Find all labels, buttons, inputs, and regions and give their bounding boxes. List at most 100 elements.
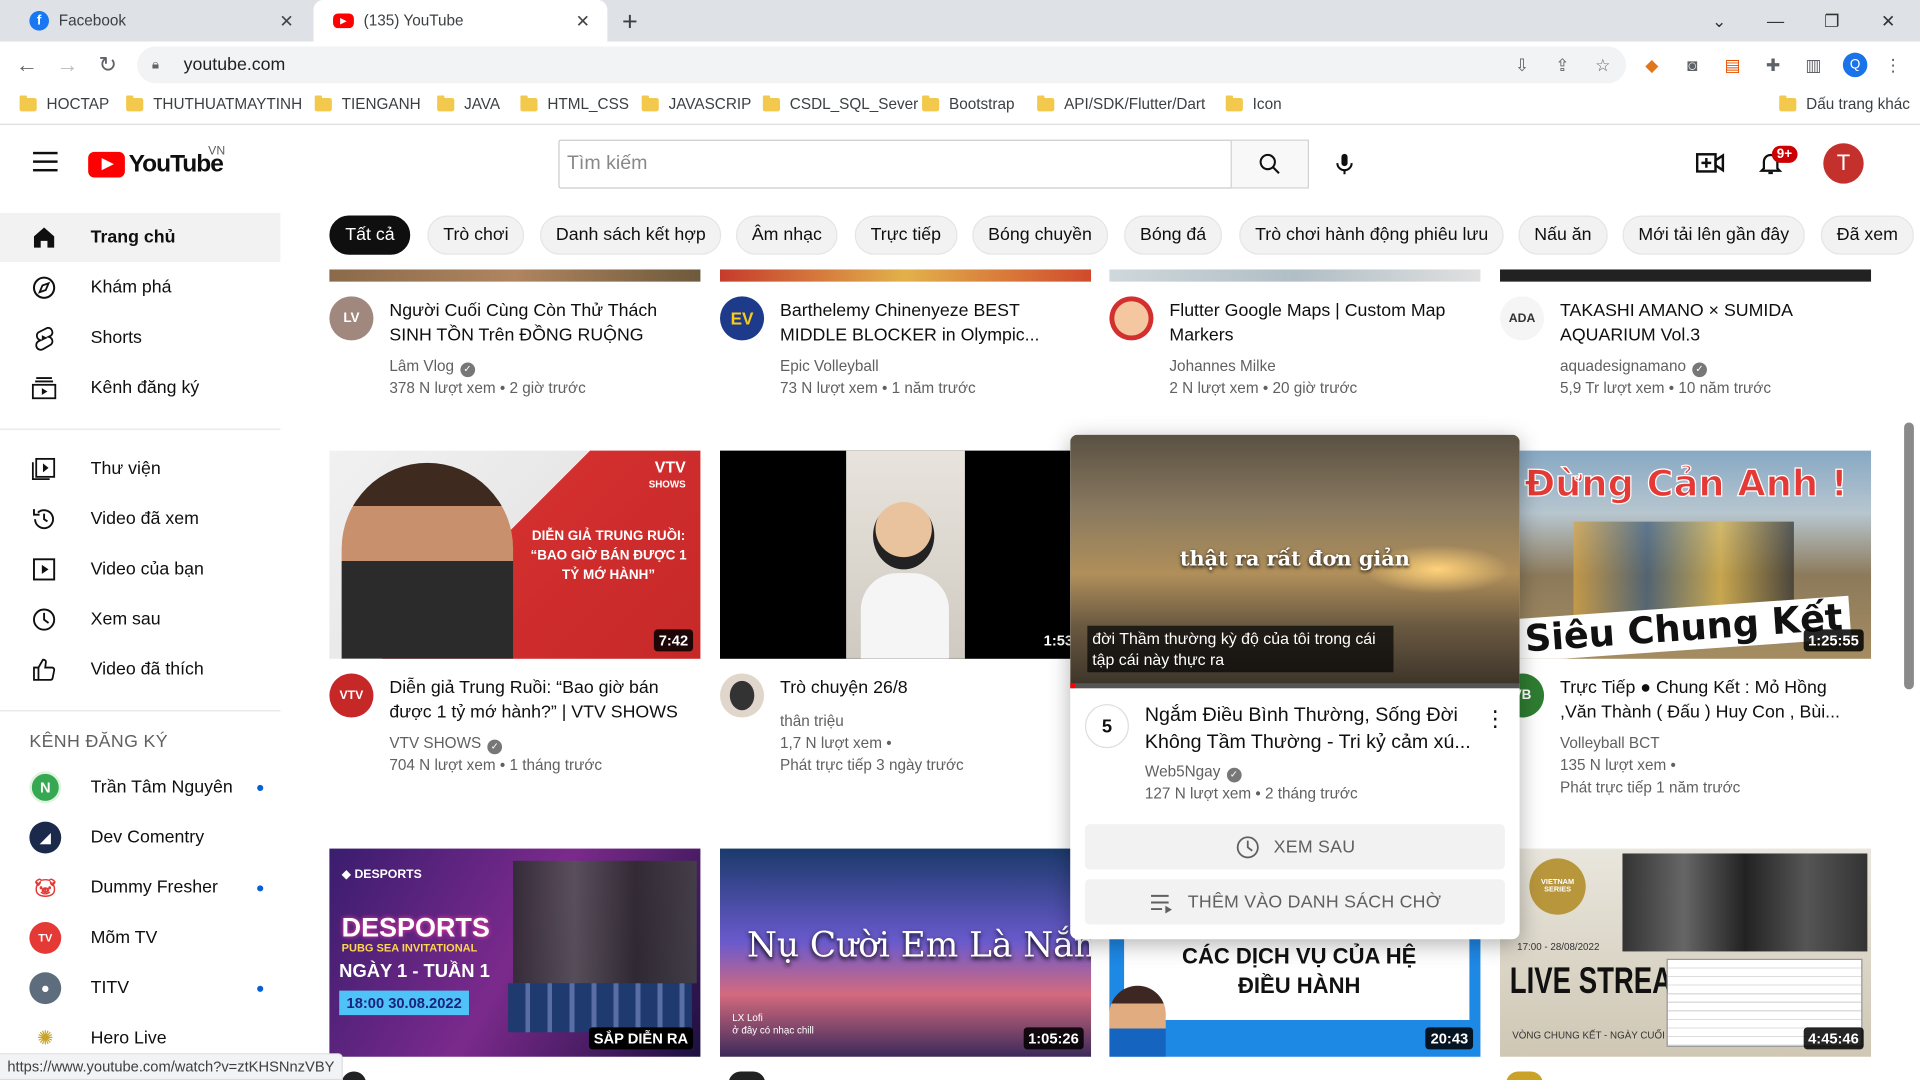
- chip[interactable]: Nấu ăn: [1518, 215, 1608, 255]
- channel-avatar[interactable]: 5: [1084, 704, 1129, 749]
- close-tab-icon[interactable]: ✕: [573, 10, 593, 31]
- chip[interactable]: Danh sách kết hợp: [540, 215, 722, 255]
- minimize-icon[interactable]: —: [1747, 0, 1803, 42]
- sidebar-item-history[interactable]: Video đã xem: [0, 495, 280, 544]
- sidebar-item-library[interactable]: Thư viện: [0, 444, 280, 493]
- add-to-queue-button[interactable]: THÊM VÀO DANH SÁCH CHỜ: [1084, 879, 1505, 925]
- chip[interactable]: Trò chơi: [427, 215, 525, 255]
- thumbnail-edge[interactable]: [329, 269, 701, 282]
- sidebar-item-shorts[interactable]: Shorts: [0, 313, 280, 362]
- sidebar-subscription[interactable]: ● TITV: [0, 964, 280, 1013]
- channel-avatar[interactable]: [1506, 1071, 1543, 1080]
- thumbnail-edge[interactable]: [1109, 269, 1481, 282]
- video-card[interactable]: EV Barthelemy Chinenyeze BEST MIDDLE BLO…: [720, 296, 1091, 406]
- channel-avatar[interactable]: [341, 1071, 367, 1080]
- create-video-button[interactable]: [1695, 147, 1727, 179]
- channel-name[interactable]: Volleyball BCT: [1560, 732, 1660, 754]
- channel-name[interactable]: Web5Ngay ✓: [1145, 763, 1242, 783]
- maximize-icon[interactable]: ❐: [1804, 0, 1860, 42]
- channel-name[interactable]: Johannes Milke: [1169, 355, 1275, 377]
- channel-name[interactable]: Lâm Vlog ✓: [389, 355, 475, 378]
- channel-name[interactable]: thân triệu: [780, 710, 844, 732]
- search-input[interactable]: Tìm kiếm: [558, 139, 1232, 189]
- address-bar[interactable]: 🔒︎ youtube.com: [137, 46, 1627, 84]
- menu-dots-icon[interactable]: ⋮: [1881, 53, 1905, 77]
- video-title[interactable]: Flutter Google Maps | Custom Map Markers: [1169, 299, 1463, 348]
- chip[interactable]: Bóng chuyền: [972, 215, 1108, 255]
- sidebar-subscription[interactable]: ◢ Dev Comentry: [0, 813, 280, 862]
- close-window-icon[interactable]: ✕: [1860, 0, 1916, 42]
- video-thumbnail[interactable]: VTV SHOWS DIỄN GIẢ TRUNG RUỒI: “BAO GIỜ B…: [329, 450, 701, 659]
- side-panel-icon[interactable]: ▥: [1801, 53, 1825, 77]
- back-icon[interactable]: ←: [12, 50, 41, 79]
- bookmark-folder[interactable]: HOCTAP: [19, 94, 109, 113]
- channel-avatar[interactable]: [720, 673, 765, 718]
- page-scrollbar[interactable]: [1904, 422, 1914, 690]
- more-actions-icon[interactable]: ⋮: [1484, 707, 1506, 733]
- bookmark-folder[interactable]: THUTHUATMAYTINH: [126, 94, 302, 113]
- sidebar-item-watch-later[interactable]: Xem sau: [0, 595, 280, 644]
- channel-avatar[interactable]: [728, 1071, 766, 1080]
- bookmark-folder[interactable]: Bootstrap: [922, 94, 1015, 113]
- chip[interactable]: Âm nhạc: [735, 215, 838, 255]
- video-title[interactable]: Barthelemy Chinenyeze BEST MIDDLE BLOCKE…: [780, 299, 1074, 348]
- sidebar-item-home[interactable]: Trang chủ: [0, 213, 281, 263]
- video-title[interactable]: Ngắm Điều Bình Thường, Sống Đời Không Tầ…: [1145, 703, 1476, 757]
- tab-search-icon[interactable]: ⌄: [1691, 0, 1747, 42]
- tab-youtube[interactable]: ▶ (135) YouTube ✕: [313, 0, 608, 42]
- bookmark-folder[interactable]: JAVA: [437, 94, 500, 113]
- bookmark-star-icon[interactable]: ☆: [1591, 53, 1615, 77]
- sidebar-subscription[interactable]: N Trần Tâm Nguyên: [0, 763, 280, 812]
- video-card[interactable]: LV Người Cuối Cùng Còn Thử Thách SINH TỒ…: [329, 296, 700, 406]
- new-tab-icon[interactable]: +: [622, 6, 638, 38]
- youtube-logo[interactable]: YouTube VN: [88, 144, 225, 179]
- video-title[interactable]: Người Cuối Cùng Còn Thử Thách SINH TỒN T…: [389, 299, 683, 348]
- close-tab-icon[interactable]: ✕: [277, 10, 297, 31]
- channel-name[interactable]: Epic Volleyball: [780, 355, 879, 377]
- channel-name[interactable]: aquadesignamano ✓: [1560, 355, 1707, 378]
- chip[interactable]: Bóng đá: [1124, 215, 1223, 255]
- chip[interactable]: Trò chơi hành động phiêu lưu: [1239, 215, 1505, 255]
- bookmark-folder[interactable]: Icon: [1225, 94, 1282, 113]
- sidebar-subscription[interactable]: TV Mõm TV: [0, 913, 280, 962]
- channel-avatar[interactable]: [1109, 296, 1154, 341]
- sidebar-item-your-videos[interactable]: Video của bạn: [0, 545, 280, 594]
- video-card[interactable]: VTV Diễn giả Trung Ruồi: “Bao giờ bán đư…: [329, 673, 700, 783]
- watch-later-button[interactable]: XEM SAU: [1084, 824, 1505, 870]
- install-icon[interactable]: ⇩: [1510, 53, 1534, 77]
- extension-window-icon[interactable]: ▤: [1720, 53, 1744, 77]
- channel-avatar[interactable]: LV: [329, 296, 374, 341]
- chip[interactable]: Đã xem: [1820, 215, 1914, 255]
- other-bookmarks[interactable]: Dấu trang khác: [1779, 94, 1910, 113]
- sidebar-item-liked[interactable]: Video đã thích: [0, 645, 280, 694]
- video-thumbnail[interactable]: Đừng Cản Anh ! Siêu Chung Kết 1:25:55: [1500, 450, 1872, 659]
- hamburger-menu-icon[interactable]: [33, 151, 58, 172]
- video-title[interactable]: Trực Tiếp ● Chung Kết : Mỏ Hồng ,Văn Thà…: [1560, 676, 1854, 725]
- sidebar-item-subscriptions[interactable]: Kênh đăng ký: [0, 364, 280, 413]
- reload-icon[interactable]: ↻: [93, 50, 122, 79]
- account-avatar[interactable]: T: [1823, 143, 1864, 184]
- video-title[interactable]: Diễn giả Trung Ruồi: “Bao giờ bán được 1…: [389, 676, 683, 725]
- bookmark-folder[interactable]: HTML_CSS: [520, 94, 629, 113]
- channel-name[interactable]: VTV SHOWS ✓: [389, 732, 503, 755]
- profile-avatar[interactable]: Q: [1842, 52, 1868, 78]
- bookmark-folder[interactable]: CSDL_SQL_Sever: [762, 94, 918, 113]
- video-thumbnail[interactable]: ◆ DESPORTS DESPORTS PUBG SEA INVITATIONA…: [329, 848, 701, 1057]
- channel-avatar[interactable]: EV: [720, 296, 765, 341]
- video-title[interactable]: Trò chuyện 26/8: [780, 676, 1074, 700]
- voice-search-button[interactable]: [1322, 142, 1366, 186]
- search-button[interactable]: [1230, 139, 1309, 189]
- bookmark-folder[interactable]: API/SDK/Flutter/Dart: [1037, 94, 1205, 113]
- preview-progress-track[interactable]: [1070, 683, 1520, 689]
- video-card[interactable]: VB Trực Tiếp ● Chung Kết : Mỏ Hồng ,Văn …: [1500, 673, 1871, 808]
- tab-facebook[interactable]: f Facebook ✕: [10, 0, 311, 42]
- video-card[interactable]: ADA TAKASHI AMANO × SUMIDA AQUARIUM Vol.…: [1500, 296, 1871, 406]
- thumbnail-edge[interactable]: [720, 269, 1092, 282]
- channel-avatar[interactable]: ADA: [1500, 296, 1545, 341]
- bookmark-folder[interactable]: JAVASCRIP: [641, 94, 751, 113]
- share-icon[interactable]: ⇪: [1550, 53, 1574, 77]
- extensions-puzzle-icon[interactable]: ✚: [1761, 53, 1785, 77]
- video-thumbnail[interactable]: 1:53:1: [720, 450, 1092, 659]
- video-thumbnail[interactable]: Nụ Cười Em Là Nắng LX Lofi ở đây có nhạc…: [720, 848, 1092, 1057]
- forward-icon[interactable]: →: [53, 50, 82, 79]
